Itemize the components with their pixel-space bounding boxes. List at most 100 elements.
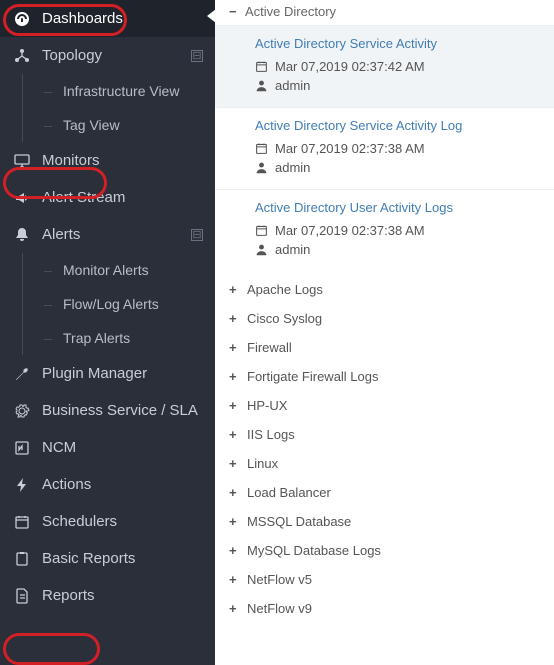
collapse-icon[interactable]: ⊟ [191, 229, 203, 241]
calendar-icon [12, 514, 32, 530]
nav-basic-reports[interactable]: Basic Reports [0, 540, 215, 577]
nav-actions[interactable]: Actions [0, 466, 215, 503]
nav-label: Schedulers [42, 513, 117, 530]
report-user: admin [275, 78, 310, 93]
report-user-row: admin [255, 78, 544, 93]
category-label: Firewall [247, 340, 292, 355]
category-item[interactable]: + HP-UX [215, 391, 554, 420]
nav-alerts[interactable]: Alerts ⊟ [0, 216, 215, 253]
category-item[interactable]: +Fortigate Firewall Logs [215, 362, 554, 391]
plus-icon: + [229, 485, 241, 500]
collapse-icon[interactable]: ⊟ [191, 50, 203, 62]
nav-schedulers[interactable]: Schedulers [0, 503, 215, 540]
report-user-row: admin [255, 160, 544, 175]
nav-plugin-manager[interactable]: Plugin Manager [0, 355, 215, 392]
category-label: Linux [247, 456, 278, 471]
nav-topology-sub: Infrastructure View Tag View [22, 74, 215, 142]
calendar-icon [255, 60, 268, 73]
ncm-icon [12, 440, 32, 456]
report-user: admin [275, 242, 310, 257]
active-arrow-icon [207, 9, 215, 23]
user-icon [255, 243, 268, 256]
nav-ncm[interactable]: NCM [0, 429, 215, 466]
nav-label: Plugin Manager [42, 365, 147, 382]
active-directory-items: Active Directory Service Activity Mar 07,… [215, 25, 554, 271]
topology-icon [12, 48, 32, 64]
calendar-icon [255, 224, 268, 237]
category-item[interactable]: + NetFlow v9 [215, 594, 554, 623]
nav-label: Topology [42, 47, 102, 64]
report-card[interactable]: Active Directory User Activity Logs Mar 0… [215, 189, 554, 271]
category-label: MySQL Database Logs [247, 543, 381, 558]
nav-topology[interactable]: Topology ⊟ [0, 37, 215, 74]
nav-label: Business Service / SLA [42, 402, 198, 419]
nav-label: Actions [42, 476, 91, 493]
lightning-icon [12, 477, 32, 493]
category-item[interactable]: + Cisco Syslog [215, 304, 554, 333]
report-date: Mar 07,2019 02:37:42 AM [275, 59, 425, 74]
gear-icon [12, 403, 32, 419]
nav-reports[interactable]: Reports [0, 577, 215, 614]
nav-sub-monitor-alerts[interactable]: Monitor Alerts [53, 253, 215, 287]
category-item[interactable]: +MSSQL Database [215, 507, 554, 536]
category-list: +Apache Logs+Cisco Syslog+Firewall+Forti… [215, 271, 554, 623]
plus-icon: + [229, 311, 241, 326]
plus-icon: + [229, 601, 241, 616]
nav-sub-tag-view[interactable]: Tag View [53, 108, 215, 142]
report-date: Mar 07,2019 02:37:38 AM [275, 223, 425, 238]
plus-icon: + [229, 282, 241, 297]
highlight-marker [3, 633, 100, 665]
category-item[interactable]: +Apache Logs [215, 275, 554, 304]
category-label: HP-UX [247, 398, 287, 413]
category-item[interactable]: +IIS Logs [215, 420, 554, 449]
bell-icon [12, 227, 32, 243]
category-label: NetFlow v5 [247, 572, 312, 587]
nav-sub-trap-alerts[interactable]: Trap Alerts [53, 321, 215, 355]
category-item[interactable]: + NetFlow v5 [215, 565, 554, 594]
plus-icon: + [229, 543, 241, 558]
user-icon [255, 79, 268, 92]
category-label: Fortigate Firewall Logs [247, 369, 379, 384]
nav-label: Monitors [42, 152, 100, 169]
category-item[interactable]: + MySQL Database Logs [215, 536, 554, 565]
nav-monitors[interactable]: Monitors [0, 142, 215, 179]
monitor-icon [12, 153, 32, 169]
wrench-icon [12, 366, 32, 382]
report-title: Active Directory User Activity Logs [255, 200, 544, 215]
plus-icon: + [229, 398, 241, 413]
category-item[interactable]: + Linux [215, 449, 554, 478]
nav-alert-stream[interactable]: Alert Stream [0, 179, 215, 216]
nav-sub-infra-view[interactable]: Infrastructure View [53, 74, 215, 108]
plus-icon: + [229, 514, 241, 529]
report-card[interactable]: Active Directory Service Activity Mar 07,… [215, 25, 554, 107]
category-label: Cisco Syslog [247, 311, 322, 326]
nav-business-service[interactable]: Business Service / SLA [0, 392, 215, 429]
report-date: Mar 07,2019 02:37:38 AM [275, 141, 425, 156]
report-title: Active Directory Service Activity [255, 36, 544, 51]
group-active-directory[interactable]: − Active Directory [215, 0, 554, 25]
nav-alerts-sub: Monitor Alerts Flow/Log Alerts Trap Aler… [22, 253, 215, 355]
document-icon [12, 588, 32, 604]
report-card[interactable]: Active Directory Service Activity LogMar… [215, 107, 554, 189]
user-icon [255, 161, 268, 174]
category-label: NetFlow v9 [247, 601, 312, 616]
nav-label: Alert Stream [42, 189, 125, 206]
calendar-icon [255, 142, 268, 155]
dashboard-icon [12, 11, 32, 27]
plus-icon: + [229, 572, 241, 587]
plus-icon: + [229, 456, 241, 471]
nav-dashboards[interactable]: Dashboards [0, 0, 215, 37]
nav-sub-flow-log-alerts[interactable]: Flow/Log Alerts [53, 287, 215, 321]
plus-icon: + [229, 340, 241, 355]
report-date-row: Mar 07,2019 02:37:42 AM [255, 59, 544, 74]
nav-label: NCM [42, 439, 76, 456]
report-user-row: admin [255, 242, 544, 257]
category-label: IIS Logs [247, 427, 295, 442]
group-label: Active Directory [245, 4, 336, 19]
report-date-row: Mar 07,2019 02:37:38 AM [255, 223, 544, 238]
minus-icon: − [229, 4, 239, 19]
report-user: admin [275, 160, 310, 175]
category-item[interactable]: + Firewall [215, 333, 554, 362]
nav-label: Dashboards [42, 10, 123, 27]
category-item[interactable]: +Load Balancer [215, 478, 554, 507]
